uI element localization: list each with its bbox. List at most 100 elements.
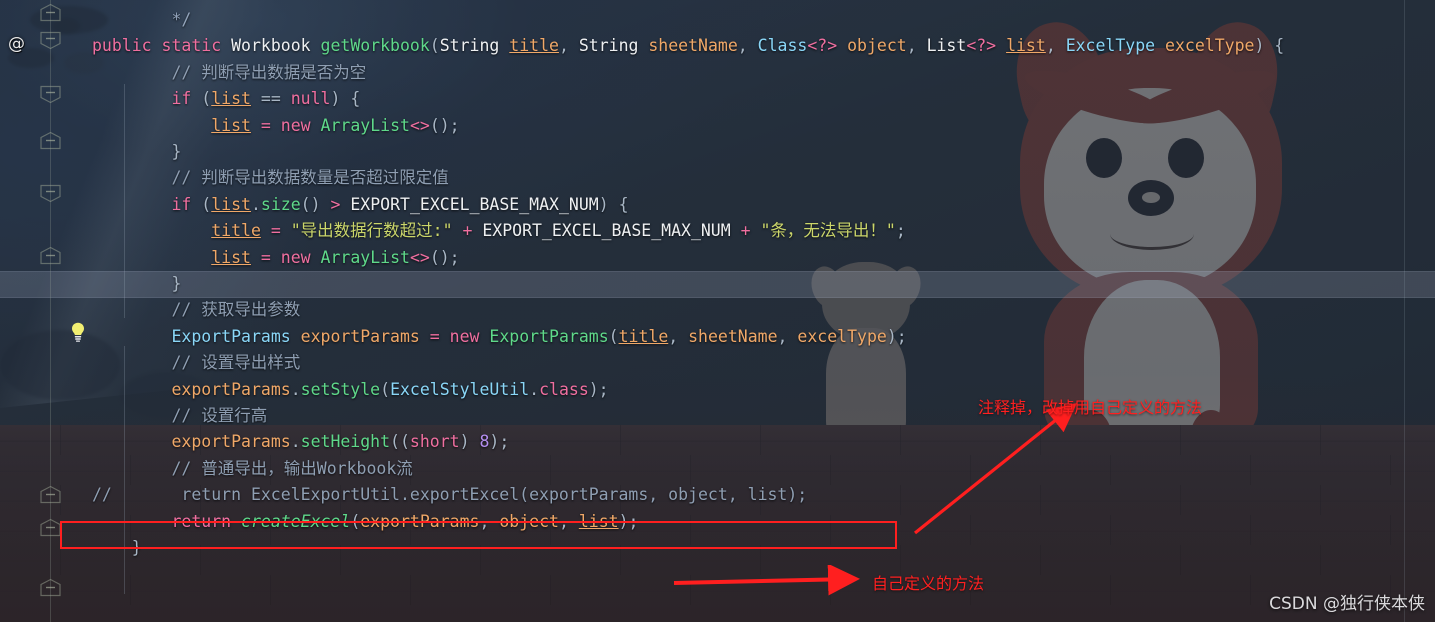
code-token: // 判断导出数据是否为空 <box>171 62 367 82</box>
code-token: list <box>211 247 251 267</box>
code-token: list <box>211 115 251 135</box>
code-line[interactable]: // 设置导出样式 <box>0 350 1435 376</box>
code-line[interactable]: if (list == null) { <box>0 86 1435 112</box>
code-token: */ <box>171 10 192 29</box>
code-token: , <box>1045 36 1066 56</box>
code-token: new <box>280 115 311 135</box>
code-token: // 获取导出参数 <box>171 300 301 320</box>
code-line[interactable]: } <box>0 271 1435 297</box>
code-line[interactable]: // 设置行高 <box>0 403 1435 429</box>
code-token: exportParams <box>171 379 291 399</box>
code-token: <> <box>409 115 430 135</box>
code-line[interactable]: list = new ArrayList<>(); <box>0 245 1435 271</box>
code-token: ) { <box>330 89 361 109</box>
code-token: ( <box>429 36 440 56</box>
code-token: ) { <box>598 194 629 214</box>
code-token: , <box>906 36 927 56</box>
code-line[interactable]: // return ExcelExportUtil.exportExcel(ex… <box>0 482 1435 508</box>
code-token: // 普通导出，输出Workbook流 <box>171 458 413 478</box>
code-line[interactable]: if (list.size() > EXPORT_EXCEL_BASE_MAX_… <box>0 192 1435 218</box>
code-token: . <box>290 379 301 399</box>
code-token: , <box>558 36 579 56</box>
code-line[interactable]: // 获取导出参数 <box>0 297 1435 323</box>
code-token: <> <box>409 247 430 267</box>
code-token: exportParams <box>171 432 291 452</box>
code-token: if <box>171 194 192 214</box>
code-token: ) { <box>1254 36 1285 56</box>
code-token: } <box>171 142 182 161</box>
code-line[interactable]: // 普通导出，输出Workbook流 <box>0 456 1435 482</box>
code-token: . <box>529 379 540 399</box>
code-token: ) <box>459 432 480 452</box>
code-line[interactable]: title = "导出数据行数超过:" + EXPORT_EXCEL_BASE_… <box>0 218 1435 244</box>
code-token: <?> <box>807 36 838 56</box>
code-line[interactable]: exportParams.setStyle(ExcelStyleUtil.cla… <box>0 377 1435 403</box>
code-token: createExcel <box>241 511 351 531</box>
code-line[interactable]: ExportParams exportParams = new ExportPa… <box>0 324 1435 350</box>
code-token: new <box>280 247 311 267</box>
code-token: list <box>578 511 619 531</box>
code-token: ExportParams <box>489 326 609 346</box>
code-token: . <box>290 432 301 452</box>
code-token: object <box>847 36 907 56</box>
code-line[interactable]: } <box>0 535 1435 561</box>
code-line[interactable]: } <box>0 139 1435 165</box>
code-token: ( <box>380 379 391 399</box>
code-line[interactable]: exportParams.setHeight((short) 8); <box>0 429 1435 455</box>
code-token: + <box>740 221 751 241</box>
code-token: , <box>737 36 758 56</box>
code-token: , <box>558 511 579 531</box>
code-token: ArrayList <box>320 247 410 267</box>
code-editor[interactable]: @ */ public static Workbook getWorkbook(… <box>0 0 1435 622</box>
code-line[interactable]: // 判断导出数据数量是否超过限定值 <box>0 165 1435 191</box>
code-token: sheetName <box>648 36 738 56</box>
code-token: , <box>668 326 689 346</box>
code-line[interactable]: // 判断导出数据是否为空 <box>0 60 1435 86</box>
code-line[interactable]: list = new ArrayList<>(); <box>0 113 1435 139</box>
code-token: } <box>131 538 142 557</box>
code-token: (); <box>429 115 460 135</box>
code-token: size <box>260 194 301 214</box>
code-token: "导出数据行数超过:" <box>290 221 453 241</box>
code-content[interactable]: */ public static Workbook getWorkbook(Str… <box>0 0 1435 622</box>
code-token: getWorkbook <box>320 36 430 56</box>
code-line[interactable]: public static Workbook getWorkbook(Strin… <box>0 33 1435 59</box>
code-line[interactable]: */ <box>0 7 1435 33</box>
code-token: exportParams <box>360 511 480 531</box>
code-token: ; <box>895 221 906 241</box>
code-token: static <box>161 36 222 56</box>
code-token: ); <box>489 432 510 452</box>
code-token: , <box>777 326 798 346</box>
code-token: + <box>462 221 473 241</box>
code-line[interactable]: return createExcel(exportParams, object,… <box>0 509 1435 535</box>
code-token: = <box>260 115 271 135</box>
code-token: ); <box>588 379 609 399</box>
code-token: return <box>171 511 232 531</box>
